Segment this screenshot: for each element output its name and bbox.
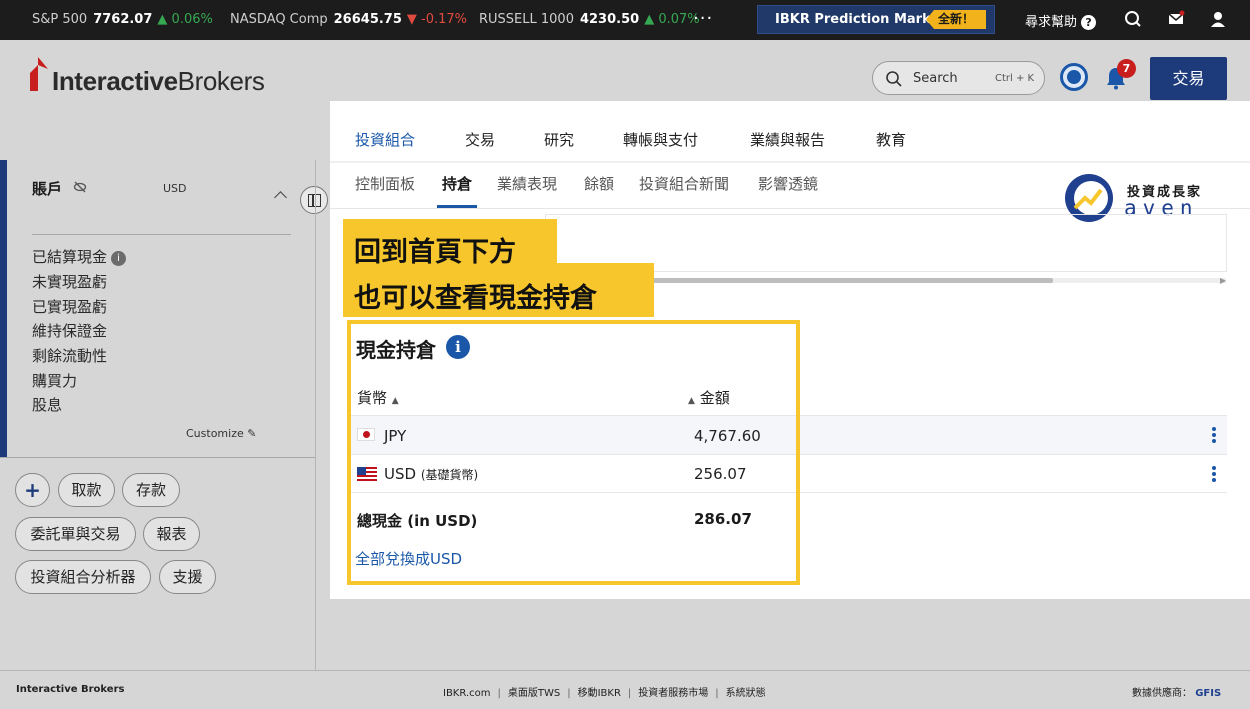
customize-link[interactable]: Customize ✎ [186, 427, 256, 440]
account-item-buying-power[interactable]: 購買力 [32, 370, 77, 391]
footer-company: Interactive Brokers [16, 684, 125, 695]
scroll-right-arrow-icon[interactable]: ▶ [1220, 276, 1226, 285]
hide-values-eye-icon[interactable] [73, 180, 87, 194]
withdraw-button[interactable]: 取款 [58, 473, 115, 507]
ticker-russell[interactable]: RUSSELL 1000 4230.50 ▲ 0.07% [479, 12, 700, 27]
user-icon[interactable] [1209, 10, 1227, 28]
nav-portfolio[interactable]: 投資組合 [355, 129, 415, 150]
highlight-frame [347, 320, 800, 585]
account-item-settled-cash[interactable]: 已結算現金 i [32, 246, 127, 267]
nav-education[interactable]: 教育 [876, 129, 906, 150]
ticker-name: S&P 500 [32, 12, 88, 27]
nav-trade[interactable]: 交易 [465, 129, 495, 150]
search-shortcut-hint: Ctrl + K [995, 73, 1035, 84]
help-label: 尋求幫助 [1025, 15, 1078, 30]
ib-logo-mark[interactable] [30, 57, 50, 91]
footer-link-tws[interactable]: 桌面版TWS [508, 688, 560, 699]
account-item-realized-pnl[interactable]: 已實現盈虧 [32, 296, 107, 317]
ticker-sp500[interactable]: S&P 500 7762.07 ▲ 0.06% [32, 12, 213, 27]
nav-performance-reports[interactable]: 業績與報告 [750, 129, 825, 150]
data-provider: 數據供應商： GFIS [1132, 688, 1222, 699]
footer-link-marketplace[interactable]: 投資者服務市場 [638, 688, 708, 699]
tab-performance[interactable]: 業績表現 [497, 173, 557, 194]
tab-dashboard[interactable]: 控制面板 [355, 173, 415, 194]
ticker-name: RUSSELL 1000 [479, 12, 574, 27]
divider [0, 670, 1250, 671]
divider [0, 457, 315, 458]
account-title: 賬戶 [32, 180, 63, 198]
footer-link-system-status[interactable]: 系統狀態 [726, 688, 766, 699]
search-icon [886, 71, 902, 87]
account-panel-accent-bar [0, 160, 7, 457]
account-currency: USD [163, 182, 187, 195]
mail-icon[interactable] [1167, 10, 1185, 28]
chat-icon[interactable] [1124, 10, 1142, 28]
account-item-unrealized-pnl[interactable]: 未實現盈虧 [32, 271, 107, 292]
gfis-logo: GFIS [1195, 688, 1222, 699]
footer-link-mobile[interactable]: 移動IBKR [578, 688, 621, 699]
account-item-maintenance-margin[interactable]: 維持保證金 [32, 320, 107, 341]
new-badge: 全新！ [926, 10, 986, 29]
deposit-button[interactable]: 存款 [122, 473, 180, 507]
language-globe-icon[interactable] [1060, 63, 1088, 91]
tab-portfolio-news[interactable]: 投資組合新聞 [639, 173, 729, 194]
chevron-up-icon[interactable] [274, 191, 287, 204]
help-link[interactable]: 尋求幫助? [1025, 11, 1097, 30]
market-ticker-bar: S&P 500 7762.07 ▲ 0.06% NASDAQ Comp 26645.7… [0, 0, 1250, 40]
ticker-more-button[interactable]: ··· [693, 8, 713, 29]
row-menu-icon[interactable] [1212, 427, 1216, 445]
ticker-name: NASDAQ Comp [230, 12, 328, 27]
divider [315, 160, 316, 670]
ticker-value: 4230.50 [579, 12, 640, 27]
support-button[interactable]: 支援 [159, 560, 216, 594]
info-icon[interactable]: i [111, 251, 127, 266]
ib-logo-text[interactable]: InteractiveBrokers [52, 66, 265, 97]
account-item-dividends[interactable]: 股息 [32, 394, 62, 415]
row-menu-icon[interactable] [1212, 466, 1216, 484]
account-item-excess-liquidity[interactable]: 剩餘流動性 [32, 345, 107, 366]
orders-trades-button[interactable]: 委託單與交易 [15, 517, 136, 551]
search-box[interactable]: Search Ctrl + K [872, 61, 1045, 95]
trade-button[interactable]: 交易 [1150, 57, 1227, 100]
prediction-markets-banner[interactable]: IBKR Prediction Markets 全新！ [757, 5, 995, 34]
notification-count-badge: 7 [1117, 59, 1136, 78]
ticker-change: ▲ 0.06% [157, 12, 213, 27]
ticker-value: 26645.75 [333, 12, 402, 27]
search-label: Search [913, 71, 958, 86]
ticker-value: 7762.07 [93, 12, 153, 27]
nav-research[interactable]: 研究 [544, 129, 574, 150]
reports-button[interactable]: 報表 [143, 517, 200, 551]
ticker-change: ▲ 0.07% [644, 12, 700, 27]
nav-transfer-pay[interactable]: 轉帳與支付 [623, 129, 698, 150]
footer-link-ibkr[interactable]: IBKR.com [443, 688, 491, 699]
callout-line-1: 回到首頁下方 [354, 237, 516, 268]
pencil-icon: ✎ [247, 427, 257, 440]
help-icon: ? [1081, 15, 1097, 30]
collapse-sidebar-button[interactable] [300, 186, 328, 214]
tab-balances[interactable]: 餘額 [584, 173, 614, 194]
callout-line-2: 也可以查看現金持倉 [354, 283, 597, 314]
divider [32, 234, 291, 235]
divider [330, 161, 1250, 163]
tab-impact-lens[interactable]: 影響透鏡 [758, 173, 818, 194]
footer-links: IBKR.com | 桌面版TWS | 移動IBKR | 投資者服務市場 | 系統狀態 [443, 688, 766, 699]
portfolio-analyzer-button[interactable]: 投資組合分析器 [15, 560, 151, 594]
add-button[interactable]: + [15, 473, 50, 507]
ticker-nasdaq[interactable]: NASDAQ Comp 26645.75 ▼ -0.17% [230, 12, 467, 27]
ticker-change: ▼ -0.17% [406, 12, 468, 27]
tab-positions[interactable]: 持倉 [442, 173, 472, 194]
